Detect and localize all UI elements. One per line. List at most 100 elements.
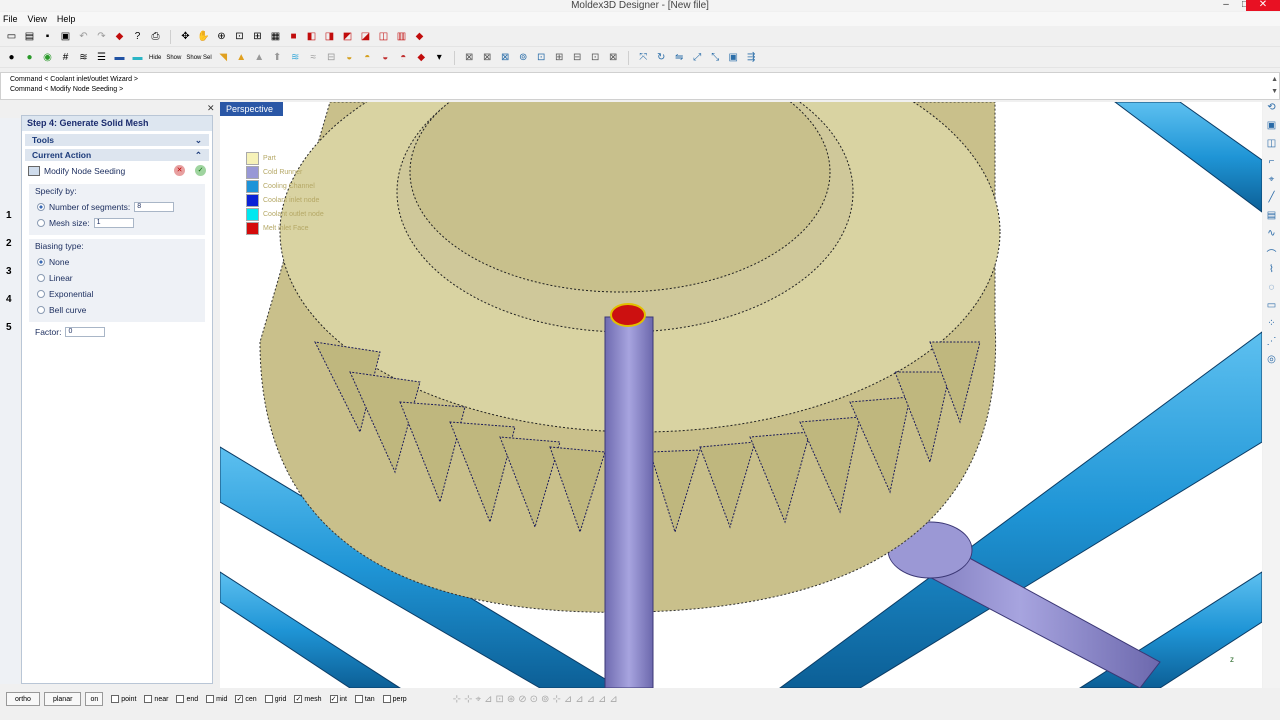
shading-icon[interactable]: ●: [22, 50, 37, 65]
rotate-icon[interactable]: ✥: [178, 29, 193, 44]
loop-icon[interactable]: ◎: [1263, 354, 1280, 372]
bias-bell-radio[interactable]: [37, 306, 45, 314]
select-f-icon[interactable]: ⊞: [552, 50, 567, 65]
zoom-icon[interactable]: ⊕: [214, 29, 229, 44]
step-1[interactable]: 1: [6, 210, 12, 221]
step-5[interactable]: 5: [6, 322, 12, 333]
tool-icon[interactable]: ⌖: [1263, 174, 1280, 192]
select-d-icon[interactable]: ⊚: [516, 50, 531, 65]
tool-b-icon[interactable]: ⬆: [270, 50, 285, 65]
mesh-size-input[interactable]: 1: [93, 218, 134, 228]
hide-cube-icon[interactable]: ▣: [1263, 120, 1280, 138]
view-top-icon[interactable]: ◧: [304, 29, 319, 44]
erase-icon[interactable]: ◆: [112, 29, 127, 44]
snap-perp-checkbox[interactable]: [382, 695, 391, 703]
snap-tool-icon[interactable]: ⊹: [552, 694, 560, 705]
view-right-icon[interactable]: ◨: [322, 29, 337, 44]
scale-icon[interactable]: ⤢: [690, 50, 705, 65]
layer-icon[interactable]: ≋: [76, 50, 91, 65]
mesh-size-radio[interactable]: [37, 219, 45, 227]
insert-icon[interactable]: ◓: [360, 50, 375, 65]
snap-perp-toggle[interactable]: perp: [382, 695, 407, 703]
select-a-icon[interactable]: ⊠: [462, 50, 477, 65]
open-folder-icon[interactable]: ▤: [22, 29, 37, 44]
snap-on-toggle[interactable]: on: [85, 692, 104, 706]
circle-icon[interactable]: ◌: [1263, 282, 1280, 300]
snap-mid-toggle[interactable]: mid: [206, 695, 227, 703]
mesh-tool-icon[interactable]: ⇶: [744, 50, 759, 65]
curve-icon[interactable]: ∿: [1263, 228, 1280, 246]
help-icon[interactable]: ?: [130, 29, 145, 44]
surface-icon[interactable]: ⊟: [324, 50, 339, 65]
bias-exponential-row[interactable]: Exponential: [35, 286, 199, 302]
print-icon[interactable]: ⎙: [148, 29, 163, 44]
step-3[interactable]: 3: [6, 266, 12, 277]
view-back-icon[interactable]: ◪: [358, 29, 373, 44]
mirror-icon[interactable]: ⇋: [672, 50, 687, 65]
panel-close-icon[interactable]: ✕: [207, 103, 215, 114]
snap-point-toggle[interactable]: point: [111, 695, 136, 703]
cube-icon[interactable]: ◫: [1263, 138, 1280, 156]
dropdown-icon[interactable]: ▾: [432, 50, 447, 65]
rotate-part-icon[interactable]: ↻: [654, 50, 669, 65]
snap-tool-icon[interactable]: ⊹: [464, 694, 472, 705]
show-icon[interactable]: Show: [165, 50, 182, 65]
view-iso-icon[interactable]: ◩: [340, 29, 355, 44]
snap-tan-toggle[interactable]: tan: [354, 695, 375, 703]
zoom-all-icon[interactable]: ▦: [268, 29, 283, 44]
snap-grid-checkbox[interactable]: [264, 695, 273, 703]
planar-button[interactable]: planar: [43, 692, 82, 706]
tools-section[interactable]: Tools ⌄: [25, 134, 209, 146]
bias-none-row[interactable]: None: [35, 254, 199, 270]
menu-view[interactable]: View: [28, 14, 47, 24]
step-2[interactable]: 2: [6, 238, 12, 249]
snap-tool-icon[interactable]: ⊿: [564, 694, 572, 705]
save-as-icon[interactable]: ▣: [58, 29, 73, 44]
select-h-icon[interactable]: ⊡: [588, 50, 603, 65]
select-c-icon[interactable]: ⊠: [498, 50, 513, 65]
snap-tool-icon[interactable]: ⊿: [609, 694, 617, 705]
3d-viewport[interactable]: z: [220, 102, 1262, 688]
snap-mesh-toggle[interactable]: ✓ mesh: [294, 695, 322, 703]
list-icon[interactable]: ☰: [94, 50, 109, 65]
channel-icon[interactable]: ▭: [1263, 300, 1280, 318]
move-icon[interactable]: ⤧: [636, 50, 651, 65]
snap-tan-checkbox[interactable]: [354, 695, 363, 703]
wireframe-icon[interactable]: ◉: [40, 50, 55, 65]
snap-tool-icon[interactable]: ⊿: [575, 694, 583, 705]
snap-near-checkbox[interactable]: [144, 695, 153, 703]
snap-int-toggle[interactable]: ✓ int: [329, 695, 347, 703]
ruler-icon[interactable]: ⌐: [1263, 156, 1280, 174]
line-icon[interactable]: ╱: [1263, 192, 1280, 210]
snap-near-toggle[interactable]: near: [144, 695, 168, 703]
display-icon[interactable]: ▬: [130, 50, 145, 65]
snap-tool-icon[interactable]: ⊙: [530, 694, 538, 705]
bias-bell-row[interactable]: Bell curve: [35, 302, 199, 318]
runner-icon[interactable]: ◒: [378, 50, 393, 65]
cancel-icon[interactable]: ✕: [174, 165, 185, 176]
measure-icon[interactable]: ⤡: [708, 50, 723, 65]
view-cube-icon[interactable]: ⟲: [1263, 102, 1280, 120]
grid-icon[interactable]: #: [58, 50, 73, 65]
chevron-up-icon[interactable]: ⌃: [195, 150, 202, 160]
menu-help[interactable]: Help: [57, 14, 76, 24]
polyline-icon[interactable]: ⌇: [1263, 264, 1280, 282]
snap-tool-icon[interactable]: ⊿: [484, 694, 492, 705]
apply-icon[interactable]: ✓: [195, 165, 206, 176]
select-i-icon[interactable]: ⊠: [606, 50, 621, 65]
close-button[interactable]: ✕: [1246, 0, 1280, 11]
zoom-fit-icon[interactable]: ⊞: [250, 29, 265, 44]
select-e-icon[interactable]: ⊡: [534, 50, 549, 65]
view-bottom-icon[interactable]: ◫: [376, 29, 391, 44]
bias-exponential-radio[interactable]: [37, 290, 45, 298]
snap-grid-toggle[interactable]: grid: [264, 695, 286, 703]
melt-entrance-icon[interactable]: ◆: [414, 50, 429, 65]
snap-tool-icon[interactable]: ⊿: [587, 694, 595, 705]
snap-end-checkbox[interactable]: [176, 695, 185, 703]
current-action-section[interactable]: Current Action ⌃: [25, 149, 209, 161]
snap-tool-icon[interactable]: ⊿: [598, 694, 606, 705]
hide-icon[interactable]: Hide: [148, 50, 162, 65]
factor-input[interactable]: 0: [65, 327, 106, 337]
undo-icon[interactable]: ↶: [76, 29, 91, 44]
gate-icon[interactable]: ◓: [396, 50, 411, 65]
